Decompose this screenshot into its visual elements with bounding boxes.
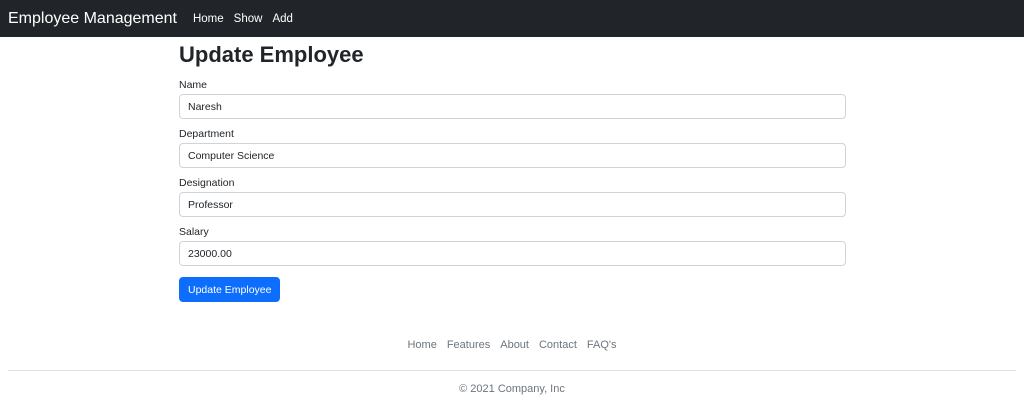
designation-group: Designation xyxy=(179,177,846,217)
update-employee-form: Name Department Designation Salary Updat… xyxy=(179,79,846,302)
footer-link-features[interactable]: Features xyxy=(447,339,490,351)
footer-link-about[interactable]: About xyxy=(500,339,529,351)
footer-link-home[interactable]: Home xyxy=(407,339,436,351)
designation-input[interactable] xyxy=(179,192,846,217)
top-navbar: Employee Management Home Show Add xyxy=(0,0,1024,37)
page-title: Update Employee xyxy=(179,42,364,67)
salary-group: Salary xyxy=(179,226,846,266)
designation-label: Designation xyxy=(179,177,235,189)
footer-nav: Home Features About Contact FAQ's xyxy=(0,339,1024,351)
salary-label: Salary xyxy=(179,226,209,238)
department-label: Department xyxy=(179,128,234,140)
footer-link-faqs[interactable]: FAQ's xyxy=(587,339,617,351)
navbar-brand[interactable]: Employee Management xyxy=(8,10,177,28)
copyright-text: © 2021 Company, Inc xyxy=(459,383,565,395)
footer-divider xyxy=(8,370,1016,371)
main-container: Update Employee Name Department Designat… xyxy=(179,37,846,302)
nav-link-home[interactable]: Home xyxy=(193,13,224,25)
name-label: Name xyxy=(179,79,208,91)
name-group: Name xyxy=(179,79,846,119)
department-input[interactable] xyxy=(179,143,846,168)
nav-link-add[interactable]: Add xyxy=(272,13,292,25)
nav-link-show[interactable]: Show xyxy=(234,13,263,25)
footer-link-contact[interactable]: Contact xyxy=(539,339,577,351)
update-employee-button[interactable]: Update Employee xyxy=(179,277,281,302)
salary-input[interactable] xyxy=(179,241,846,266)
department-group: Department xyxy=(179,128,846,168)
name-input[interactable] xyxy=(179,94,846,119)
